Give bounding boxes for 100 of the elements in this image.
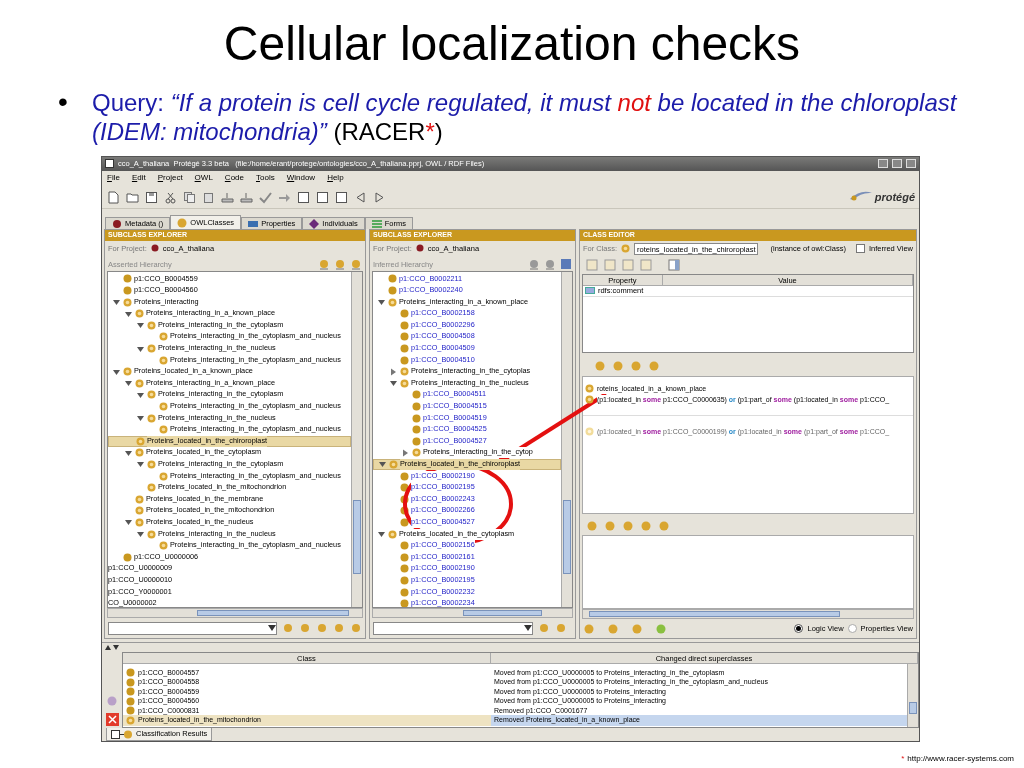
menu-item[interactable]: OWL <box>194 172 213 185</box>
expand-toggle[interactable] <box>136 390 145 399</box>
dot-icon <box>412 402 421 411</box>
dot-icon <box>126 668 135 678</box>
radio-button[interactable] <box>847 624 857 633</box>
checkbox[interactable] <box>855 244 865 254</box>
collapse-arrows-icon[interactable] <box>104 644 120 652</box>
menu-item[interactable]: Code <box>224 172 244 185</box>
dot-icon <box>400 320 409 330</box>
expand-toggle[interactable] <box>136 414 145 423</box>
ring-icon <box>584 427 594 437</box>
slide-title: Cellular localization checks <box>222 16 802 72</box>
rectangle-icon <box>248 218 259 229</box>
dot-icon <box>400 517 409 527</box>
dot-icon <box>400 564 409 574</box>
vertical-scrollbar[interactable] <box>351 272 362 608</box>
dot-icon <box>150 244 159 253</box>
menu-item[interactable]: Tools <box>256 172 275 185</box>
ring-icon <box>621 244 631 254</box>
dot-icon <box>123 286 132 296</box>
expand-toggle[interactable] <box>389 379 398 388</box>
dot-icon <box>112 218 122 229</box>
menu-item[interactable]: Window <box>286 172 316 185</box>
dot-icon <box>400 575 409 585</box>
dot-icon <box>400 552 409 562</box>
forward-icon[interactable] <box>373 190 386 204</box>
class-arrow-icon <box>111 729 133 739</box>
ring-icon <box>412 448 421 458</box>
dot-icon[interactable] <box>630 622 643 635</box>
horizontal-scrollbar[interactable] <box>107 608 363 619</box>
dot-icon <box>388 274 397 284</box>
dot-icon <box>412 425 421 435</box>
expand-toggle[interactable] <box>112 298 121 307</box>
radio-button[interactable] <box>794 624 804 633</box>
expand-toggle[interactable] <box>389 367 398 376</box>
open-folder-icon[interactable] <box>126 190 139 204</box>
dot-icon <box>400 355 409 365</box>
dot-icon <box>400 494 409 504</box>
expand-toggle[interactable] <box>136 530 145 539</box>
menu-item[interactable]: Project <box>157 172 183 185</box>
dot-icon <box>177 217 188 228</box>
close-button[interactable] <box>906 159 916 169</box>
box-icon[interactable] <box>335 190 348 204</box>
vertical-scrollbar[interactable] <box>560 272 572 608</box>
expand-toggle[interactable] <box>124 309 133 318</box>
ring-icon <box>388 297 397 307</box>
maximize-button[interactable] <box>892 159 902 169</box>
dot-icon <box>400 332 409 342</box>
box-icon[interactable] <box>316 190 329 204</box>
expand-toggle[interactable] <box>377 298 386 307</box>
horizontal-scrollbar[interactable] <box>581 609 914 619</box>
dot-icon <box>123 552 132 562</box>
window-icon <box>105 159 114 169</box>
dot-icon <box>412 390 421 400</box>
vertical-scrollbar[interactable] <box>907 664 918 727</box>
dot-icon <box>400 483 409 493</box>
menu-item[interactable]: File <box>107 172 120 185</box>
panel-icon[interactable] <box>667 259 680 272</box>
dot-icon <box>400 471 409 481</box>
dot-icon <box>126 677 135 687</box>
dot-icon <box>388 286 397 296</box>
minimize-button[interactable] <box>878 159 888 169</box>
dropdown-arrow-icon <box>524 625 532 632</box>
bullet: • <box>58 88 69 119</box>
box-icon[interactable] <box>297 190 310 204</box>
expand-toggle[interactable] <box>136 321 145 330</box>
expand-toggle[interactable] <box>124 379 133 388</box>
cut-icon[interactable] <box>164 190 177 204</box>
menu-item[interactable]: Help <box>327 172 344 185</box>
expand-toggle[interactable] <box>112 367 121 376</box>
expand-toggle[interactable] <box>377 530 386 539</box>
expand-toggle[interactable] <box>136 460 145 469</box>
ring-icon <box>389 460 398 469</box>
close-icon[interactable] <box>105 713 119 726</box>
expand-toggle[interactable] <box>136 344 145 353</box>
logo-text: protégé <box>874 189 915 205</box>
dot-icon <box>126 706 135 716</box>
save-icon[interactable] <box>145 190 158 204</box>
dot-icon <box>123 274 132 284</box>
dot-icon <box>126 687 135 697</box>
copy-icon[interactable] <box>183 190 196 204</box>
tray-icon[interactable] <box>240 190 253 204</box>
dot-icon <box>400 344 409 354</box>
lines-icon <box>371 218 382 229</box>
dot-icon <box>412 413 421 423</box>
search-field[interactable] <box>108 621 277 635</box>
dot-icon <box>412 436 421 446</box>
ring-icon <box>126 715 135 725</box>
expand-toggle[interactable] <box>124 518 133 527</box>
horizontal-scrollbar[interactable] <box>372 608 573 619</box>
search-field[interactable] <box>373 621 533 635</box>
footnote-link[interactable]: http://www.racer-systems.com <box>907 754 1014 763</box>
dot-icon <box>415 244 424 253</box>
dropdown-arrow-icon <box>268 625 276 632</box>
back-icon[interactable] <box>354 190 367 204</box>
expand-toggle[interactable] <box>378 460 387 469</box>
tray-icon[interactable] <box>221 190 234 204</box>
save-icon[interactable] <box>559 258 572 271</box>
tag-icon <box>584 287 595 295</box>
menu-item[interactable]: Edit <box>131 172 146 185</box>
